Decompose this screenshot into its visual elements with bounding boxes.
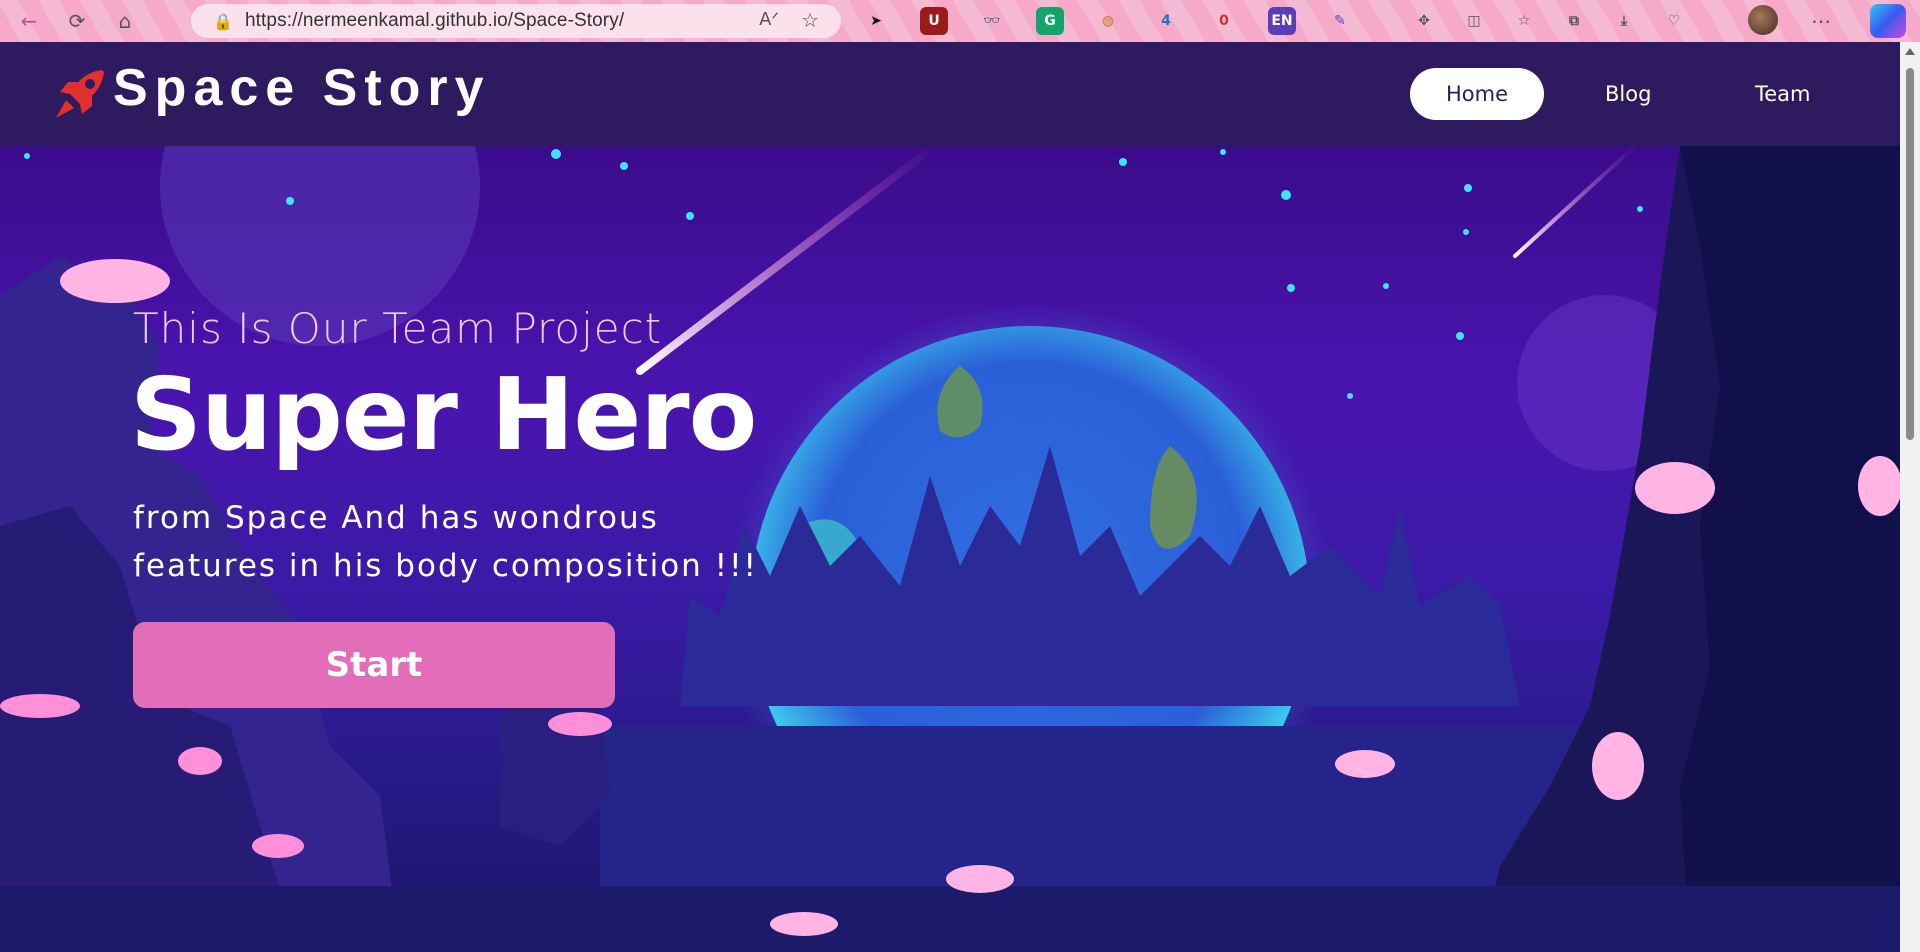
- extensions-icon[interactable]: ✥: [1410, 7, 1438, 35]
- cursor-extension-icon[interactable]: ➤: [862, 7, 890, 35]
- browser-toolbar: ← ⟳ ⌂ 🔒 https://nermeenkamal.github.io/S…: [0, 0, 1920, 42]
- downloads-icon[interactable]: ⤓: [1610, 7, 1638, 35]
- nav-blog[interactable]: Blog: [1585, 68, 1671, 120]
- page-scrollbar[interactable]: [1900, 42, 1920, 952]
- start-button[interactable]: Start: [133, 622, 615, 708]
- language-extension-icon[interactable]: EN: [1268, 7, 1296, 35]
- home-icon[interactable]: ⌂: [112, 8, 138, 34]
- ublock-extension-icon[interactable]: U: [920, 7, 948, 35]
- browser-right-tools: ✥ ◫ ☆ ⧉ ⤓ ♡: [1410, 6, 1688, 36]
- lock-badge-extension-icon[interactable]: 0: [1210, 7, 1238, 35]
- back-icon[interactable]: ←: [16, 8, 42, 34]
- hero-title: Super Hero: [130, 356, 757, 473]
- url-text[interactable]: https://nermeenkamal.github.io/Space-Sto…: [245, 10, 624, 32]
- read-aloud-icon[interactable]: Aᐟ: [759, 9, 779, 30]
- egg-extension-icon[interactable]: ◍: [1094, 7, 1122, 35]
- copilot-icon[interactable]: [1870, 4, 1906, 38]
- split-screen-icon[interactable]: ◫: [1460, 7, 1488, 35]
- extensions-bar: ➤ U 👓 G ◍ 4 0 EN ✎: [862, 6, 1354, 36]
- rocket-logo-icon: [56, 70, 104, 118]
- nav-home[interactable]: Home: [1410, 68, 1544, 120]
- hero-description: from Space And has wondrous features in …: [133, 500, 758, 584]
- hero-kicker: This Is Our Team Project: [133, 304, 663, 353]
- profile-avatar[interactable]: [1748, 5, 1778, 35]
- health-icon[interactable]: ♡: [1660, 7, 1688, 35]
- refresh-icon[interactable]: ⟳: [64, 8, 90, 34]
- browser-nav-buttons: ← ⟳ ⌂: [16, 8, 138, 34]
- lock-icon[interactable]: 🔒: [213, 12, 239, 31]
- scroll-up-icon[interactable]: [1905, 48, 1915, 55]
- nav-team[interactable]: Team: [1735, 68, 1831, 120]
- hero-section: This Is Our Team Project Super Hero from…: [0, 146, 1900, 952]
- address-bar[interactable]: 🔒 https://nermeenkamal.github.io/Space-S…: [191, 4, 841, 38]
- more-options-icon[interactable]: ⋯: [1808, 8, 1834, 34]
- collections-icon[interactable]: ⧉: [1560, 7, 1588, 35]
- puzzle-badge-extension-icon[interactable]: 4: [1152, 7, 1180, 35]
- brand-title[interactable]: Space Story: [113, 58, 491, 118]
- favorites-icon[interactable]: ☆: [1510, 7, 1538, 35]
- favorite-star-icon[interactable]: ☆: [801, 8, 819, 32]
- grammarly-extension-icon[interactable]: G: [1036, 7, 1064, 35]
- site-header: Space Story Home Blog Team: [0, 42, 1900, 146]
- glasses-extension-icon[interactable]: 👓: [978, 7, 1006, 35]
- eyedropper-extension-icon[interactable]: ✎: [1326, 7, 1354, 35]
- scrollbar-thumb[interactable]: [1906, 68, 1914, 440]
